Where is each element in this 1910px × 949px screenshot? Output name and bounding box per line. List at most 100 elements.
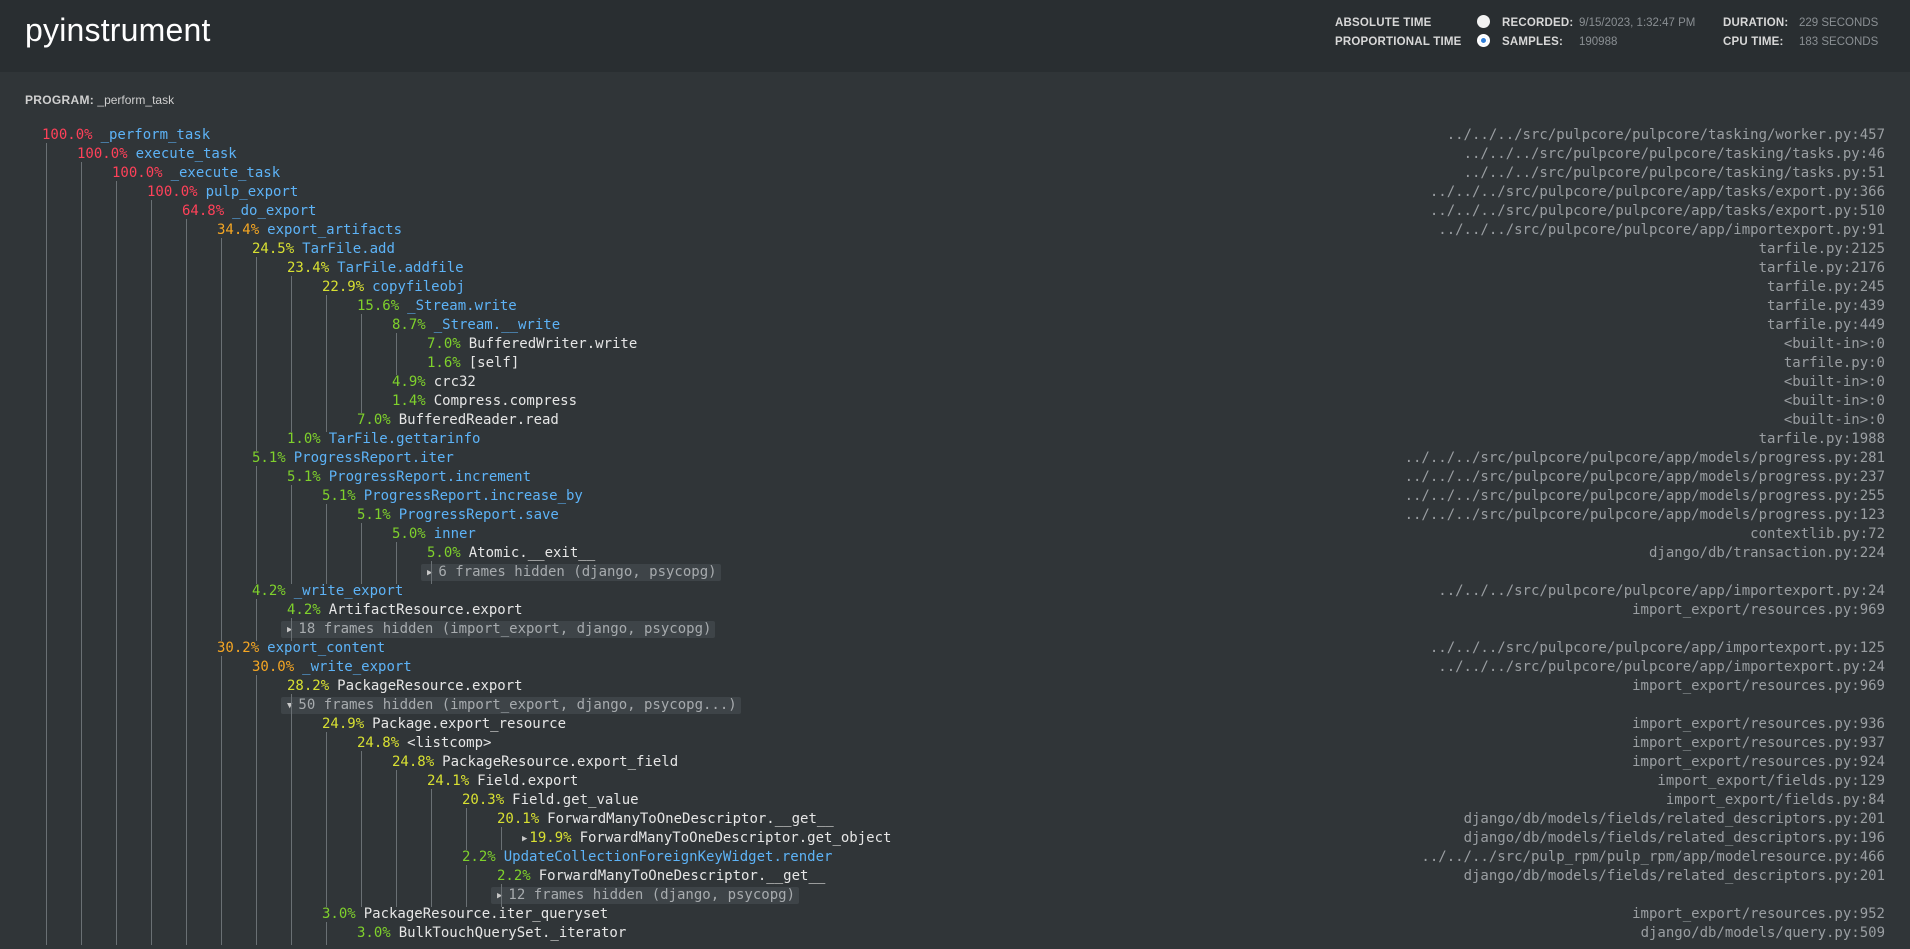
frame-code-location: <built-in>:0 bbox=[1783, 336, 1885, 352]
frame-label[interactable]: 3.0% PackageResource.iter_queryset bbox=[322, 905, 608, 924]
frame-label[interactable]: 100.0% pulp_export bbox=[147, 183, 298, 202]
frame-function-name: TarFile.gettarinfo bbox=[328, 431, 481, 447]
frame-label[interactable]: 24.9% Package.export_resource bbox=[322, 715, 566, 734]
frame-label[interactable]: 28.2% PackageResource.export bbox=[287, 677, 523, 696]
frame-percent: 23.4% bbox=[287, 260, 330, 276]
frame-label[interactable]: 2.2% ForwardManyToOneDescriptor.__get__ bbox=[497, 867, 825, 886]
frame-code-location: tarfile.py:1988 bbox=[1758, 431, 1885, 447]
frame-row: 30.0% _write_export ../../../src/pulpcore/… bbox=[0, 658, 1910, 677]
frame-label[interactable]: 3.0% BulkTouchQuerySet._iterator bbox=[357, 924, 626, 943]
frame-label[interactable]: 5.1% ProgressReport.increase_by bbox=[322, 487, 583, 506]
frame-function-name: ProgressReport.increase_by bbox=[363, 488, 583, 504]
frame-row: 28.2% PackageResource.export import_export… bbox=[0, 677, 1910, 696]
hidden-frames-group[interactable]: ▶ 18 frames hidden (import_export, django… bbox=[281, 621, 716, 638]
frame-label[interactable]: 64.8% _do_export bbox=[182, 202, 316, 221]
program-name: _perform_task bbox=[97, 93, 175, 107]
frame-code-location: ../../../src/pulpcore/pulpcore/app/impor… bbox=[1438, 222, 1885, 238]
time-mode-labels: ABSOLUTE TIME PROPORTIONAL TIME bbox=[1335, 14, 1462, 52]
frame-label[interactable]: 5.1% ProgressReport.iter bbox=[252, 449, 454, 468]
tree-connector-line bbox=[116, 181, 117, 945]
frame-label[interactable]: 4.2% ArtifactResource.export bbox=[287, 601, 523, 620]
frame-code-location: tarfile.py:0 bbox=[1783, 355, 1885, 371]
frame-label[interactable]: 100.0% _perform_task bbox=[42, 126, 210, 145]
frame-code-location: ../../../src/pulpcore/pulpcore/app/model… bbox=[1404, 488, 1885, 504]
frame-label[interactable]: 5.1% ProgressReport.increment bbox=[287, 468, 531, 487]
frame-row: 20.3% Field.get_value import_export/fields… bbox=[0, 791, 1910, 810]
frame-label[interactable]: 4.9% crc32 bbox=[392, 373, 476, 392]
tree-connector-line bbox=[396, 333, 397, 375]
frame-function-name: BufferedReader.read bbox=[398, 412, 559, 428]
frame-label[interactable]: 34.4% export_artifacts bbox=[217, 221, 402, 240]
samples-label: SAMPLES: bbox=[1502, 36, 1564, 48]
frame-label[interactable]: ▶ 19.9% ForwardManyToOneDescriptor.get_obj… bbox=[522, 829, 891, 849]
frame-code-location: import_export/resources.py:952 bbox=[1632, 906, 1885, 922]
frame-label[interactable]: 100.0% _execute_task bbox=[112, 164, 280, 183]
hidden-frames-group[interactable]: ▶ 6 frames hidden (django, psycopg) bbox=[421, 564, 721, 581]
frame-label[interactable]: 1.0% TarFile.gettarinfo bbox=[287, 430, 480, 449]
frame-label[interactable]: 2.2% UpdateCollectionForeignKeyWidget.ren… bbox=[462, 848, 832, 867]
absolute-time-radio[interactable] bbox=[1477, 15, 1490, 28]
frame-label[interactable]: 24.1% Field.export bbox=[427, 772, 578, 791]
tree-connector-line bbox=[291, 618, 292, 641]
frame-label[interactable]: 8.7% _Stream.__write bbox=[392, 316, 560, 335]
frame-label[interactable]: 5.1% ProgressReport.save bbox=[357, 506, 559, 525]
frame-label[interactable]: 30.0% _write_export bbox=[252, 658, 412, 677]
frame-label[interactable]: 20.1% ForwardManyToOneDescriptor.__get__ bbox=[497, 810, 834, 829]
frame-label[interactable]: 23.4% TarFile.addfile bbox=[287, 259, 464, 278]
frame-label[interactable]: 24.8% PackageResource.export_field bbox=[392, 753, 678, 772]
frame-label[interactable]: 1.6% [self] bbox=[427, 354, 519, 373]
frame-function-name: TarFile.add bbox=[302, 241, 395, 257]
hidden-frames-group[interactable]: ▼ 50 frames hidden (import_export, django… bbox=[281, 697, 741, 714]
frame-label[interactable]: 7.0% BufferedReader.read bbox=[357, 411, 559, 430]
tree-connector-line bbox=[361, 523, 362, 584]
tree-connector-line bbox=[256, 675, 257, 945]
frame-percent: 5.0% bbox=[392, 526, 426, 542]
frame-function-name: crc32 bbox=[433, 374, 476, 390]
frame-row: 23.4% TarFile.addfile tarfile.py:2176 bbox=[0, 259, 1910, 278]
proportional-time-radio[interactable] bbox=[1477, 34, 1490, 47]
frame-code-location: django/db/models/fields/related_descript… bbox=[1463, 811, 1885, 827]
frame-percent: 30.0% bbox=[252, 659, 295, 675]
frame-row: 8.7% _Stream.__write tarfile.py:449 bbox=[0, 316, 1910, 335]
proportional-time-label: PROPORTIONAL TIME bbox=[1335, 36, 1462, 48]
frame-percent: 7.0% bbox=[357, 412, 391, 428]
frame-row: 2.2% UpdateCollectionForeignKeyWidget.ren… bbox=[0, 848, 1910, 867]
frame-label[interactable]: 30.2% export_content bbox=[217, 639, 385, 658]
tree-connector-line bbox=[151, 200, 152, 945]
frame-code-location: <built-in>:0 bbox=[1783, 374, 1885, 390]
recorded-label: RECORDED: bbox=[1502, 17, 1574, 29]
frame-label[interactable]: 15.6% _Stream.write bbox=[357, 297, 517, 316]
frame-code-location: django/db/transaction.py:224 bbox=[1648, 545, 1885, 561]
expand-triangle-icon[interactable]: ▶ bbox=[522, 834, 527, 844]
frame-percent: 100.0% bbox=[42, 127, 93, 143]
frame-percent: 28.2% bbox=[287, 678, 330, 694]
hidden-frames-row: ▶ 12 frames hidden (django, psycopg) bbox=[0, 886, 1910, 905]
frame-row: 7.0% BufferedReader.read <built-in>:0 bbox=[0, 411, 1910, 430]
frame-row: 20.1% ForwardManyToOneDescriptor.__get__ d… bbox=[0, 810, 1910, 829]
frame-label[interactable]: 24.5% TarFile.add bbox=[252, 240, 395, 259]
frame-code-location: ../../../src/pulp_rpm/pulp_rpm/app/model… bbox=[1421, 849, 1885, 865]
frame-label[interactable]: 7.0% BufferedWriter.write bbox=[427, 335, 637, 354]
frame-percent: 24.9% bbox=[322, 716, 365, 732]
frame-label[interactable]: 24.8% <listcomp> bbox=[357, 734, 491, 753]
frame-code-location: <built-in>:0 bbox=[1783, 393, 1885, 409]
tree-connector-line bbox=[361, 751, 362, 907]
tree-connector-line bbox=[221, 656, 222, 945]
hidden-frames-text: 50 frames hidden (import_export, django,… bbox=[298, 697, 737, 713]
frame-row: 4.9% crc32 <built-in>:0 bbox=[0, 373, 1910, 392]
recorded-samples-values: 9/15/2023, 1:32:47 PM 190988 bbox=[1579, 14, 1695, 52]
hidden-frames-group[interactable]: ▶ 12 frames hidden (django, psycopg) bbox=[491, 887, 799, 904]
frame-function-name: PackageResource.export bbox=[337, 678, 523, 694]
frame-label[interactable]: 5.0% Atomic.__exit__ bbox=[427, 544, 595, 563]
frame-label[interactable]: 100.0% execute_task bbox=[77, 145, 237, 164]
frame-label[interactable]: 5.0% inner bbox=[392, 525, 476, 544]
duration-value: 229 SECONDS bbox=[1799, 17, 1879, 29]
frame-label[interactable]: 4.2% _write_export bbox=[252, 582, 403, 601]
frame-function-name: BulkTouchQuerySet._iterator bbox=[398, 925, 627, 941]
frame-label[interactable]: 1.4% Compress.compress bbox=[392, 392, 577, 411]
frame-label[interactable]: 22.9% copyfileobj bbox=[322, 278, 465, 297]
frame-label[interactable]: 20.3% Field.get_value bbox=[462, 791, 639, 810]
frame-percent: 5.0% bbox=[427, 545, 461, 561]
frame-code-location: import_export/resources.py:924 bbox=[1632, 754, 1885, 770]
frame-code-location: ../../../src/pulpcore/pulpcore/app/model… bbox=[1404, 450, 1885, 466]
